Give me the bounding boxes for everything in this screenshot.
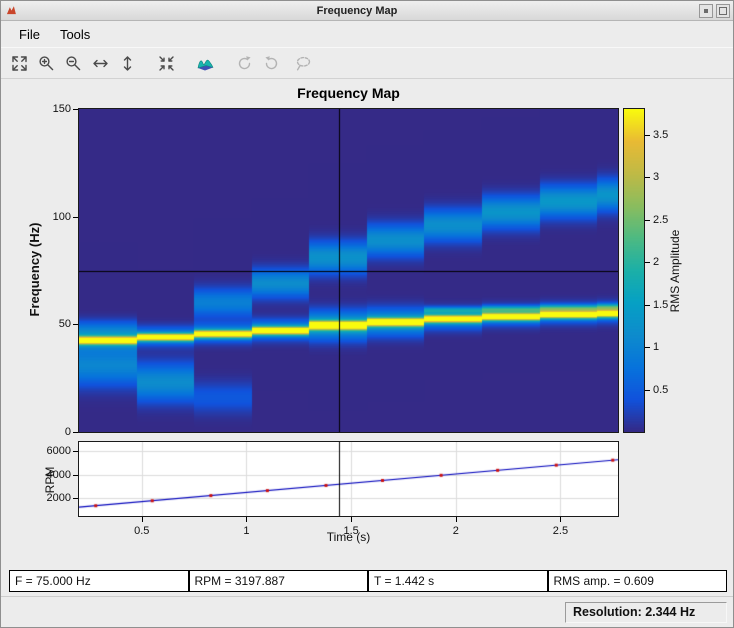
toolbar-button-zoom-x[interactable] bbox=[87, 50, 114, 77]
colorbar-canvas bbox=[623, 108, 645, 433]
toolbar-button-fit-to-window[interactable] bbox=[6, 50, 33, 77]
status-field-frequency: F = 75.000 Hz bbox=[9, 570, 189, 592]
colorbar-tick bbox=[645, 389, 650, 391]
app-icon[interactable] bbox=[4, 4, 18, 18]
colorbar-tick bbox=[645, 134, 650, 136]
colorbar-tick-label: 1.5 bbox=[653, 298, 669, 311]
frequency-map-canvas[interactable] bbox=[78, 108, 619, 433]
freq-y-tick bbox=[73, 109, 78, 110]
rpm-y-tick bbox=[73, 474, 78, 476]
restore-view-icon bbox=[159, 55, 174, 71]
freq-y-tick-label: 100 bbox=[52, 210, 71, 223]
colorbar-tick bbox=[645, 177, 650, 178]
toolbar-button-frequency-map-tool[interactable] bbox=[192, 50, 219, 77]
window-maximize-button[interactable] bbox=[716, 3, 730, 18]
freq-y-tick-label: 50 bbox=[58, 318, 71, 331]
rpm-y-tick-label: 6000 bbox=[46, 445, 71, 458]
rpm-x-tick bbox=[246, 517, 248, 522]
rpm-canvas[interactable] bbox=[78, 441, 619, 517]
rpm-x-tick-label: 2 bbox=[452, 525, 459, 537]
freq-y-tick-label: 0 bbox=[64, 426, 71, 438]
colorbar-tick bbox=[645, 304, 650, 306]
toolbar-button-zoom-in[interactable] bbox=[33, 50, 60, 77]
toolbar-button-zoom-y[interactable] bbox=[114, 50, 141, 77]
zoom-x-icon bbox=[93, 59, 108, 67]
toolbar-button-rotate-left[interactable] bbox=[231, 50, 258, 77]
toolbar bbox=[1, 47, 733, 79]
rpm-x-tick bbox=[560, 517, 562, 522]
zoom-out-icon bbox=[66, 55, 81, 70]
menu-bar: File Tools bbox=[1, 21, 733, 47]
rpm-x-tick bbox=[141, 517, 143, 522]
bottom-bar: Resolution: 2.344 Hz bbox=[1, 596, 733, 627]
rotate-left-icon bbox=[238, 55, 251, 69]
colorbar-tick bbox=[645, 347, 650, 348]
title-bar[interactable]: Frequency Map bbox=[1, 1, 733, 21]
frequency-map-tool-icon bbox=[197, 59, 214, 70]
colorbar-tick bbox=[645, 262, 650, 263]
rpm-y-tick-label: 2000 bbox=[46, 492, 71, 505]
fit-to-window-icon bbox=[12, 55, 27, 71]
colorbar-tick-label: 3.5 bbox=[653, 128, 669, 141]
frequency-map-window: Frequency Map File Tools Frequency Map F… bbox=[0, 0, 734, 628]
status-bar: F = 75.000 Hz RPM = 3197.887 T = 1.442 s… bbox=[9, 570, 727, 592]
lasso-icon bbox=[296, 56, 311, 70]
toolbar-button-lasso[interactable] bbox=[290, 50, 317, 77]
freq-y-tick bbox=[73, 432, 78, 433]
rpm-x-tick bbox=[455, 517, 457, 522]
rpm-x-tick bbox=[351, 517, 353, 522]
rpm-x-tick-label: 1 bbox=[243, 525, 250, 537]
plot-title: Frequency Map bbox=[297, 85, 400, 101]
toolbar-button-restore-view[interactable] bbox=[153, 50, 180, 77]
resolution-display: Resolution: 2.344 Hz bbox=[565, 602, 727, 623]
window-title: Frequency Map bbox=[316, 4, 398, 17]
minimize-icon bbox=[704, 8, 708, 13]
status-field-time: T = 1.442 s bbox=[368, 570, 548, 592]
freq-y-tick bbox=[73, 324, 78, 326]
colorbar-tick-label: 0.5 bbox=[653, 383, 669, 396]
colorbar-tick-label: 2 bbox=[653, 256, 660, 268]
freq-y-tick-label: 150 bbox=[52, 103, 71, 115]
zoom-in-icon bbox=[39, 55, 54, 70]
status-field-rms: RMS amp. = 0.609 bbox=[547, 570, 727, 592]
menu-file[interactable]: File bbox=[9, 24, 50, 45]
maximize-icon bbox=[719, 6, 727, 15]
status-field-rpm: RPM = 3197.887 bbox=[188, 570, 368, 592]
colorbar-tick bbox=[645, 219, 650, 221]
rpm-x-tick-label: 1.5 bbox=[343, 525, 359, 537]
freq-y-tick bbox=[73, 216, 78, 218]
rpm-y-tick-label: 4000 bbox=[46, 468, 71, 481]
rpm-y-tick bbox=[73, 451, 78, 453]
zoom-y-icon bbox=[123, 55, 132, 71]
rotate-right-icon bbox=[265, 55, 278, 69]
window-minimize-button[interactable] bbox=[699, 3, 713, 18]
toolbar-button-rotate-right[interactable] bbox=[258, 50, 285, 77]
matlab-logo-icon bbox=[6, 6, 16, 15]
colorbar-tick-label: 3 bbox=[653, 171, 660, 183]
colorbar-tick-label: 1 bbox=[653, 341, 660, 353]
toolbar-button-zoom-out[interactable] bbox=[60, 50, 87, 77]
colorbar-tick-label: 2.5 bbox=[653, 213, 669, 226]
rpm-x-tick-label: 0.5 bbox=[134, 525, 150, 537]
rpm-y-tick bbox=[73, 498, 78, 500]
menu-tools[interactable]: Tools bbox=[50, 24, 100, 45]
rpm-x-tick-label: 2.5 bbox=[552, 525, 569, 537]
